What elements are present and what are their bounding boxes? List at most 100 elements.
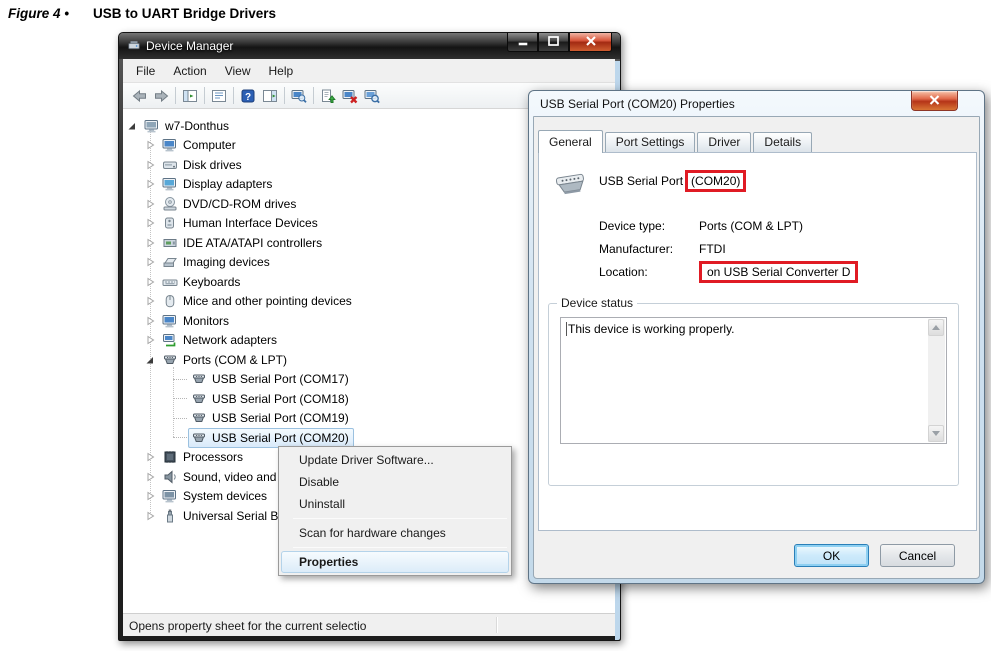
expander-collapsed-icon[interactable] — [145, 296, 155, 306]
field-label: Device type: — [599, 219, 699, 233]
tree-item-label: System devices — [183, 489, 267, 503]
minimize-icon — [518, 35, 528, 49]
menu-action[interactable]: Action — [164, 60, 215, 82]
expander-collapsed-icon[interactable] — [145, 316, 155, 326]
tab-details[interactable]: Details — [753, 132, 812, 152]
arrow-down-icon — [932, 431, 940, 436]
toolbar-update-driver-button[interactable] — [317, 85, 339, 107]
tab-driver[interactable]: Driver — [697, 132, 751, 152]
expander-collapsed-icon[interactable] — [145, 218, 155, 228]
menu-file[interactable]: File — [127, 60, 164, 82]
scrollbar[interactable] — [928, 319, 945, 442]
serial-port-icon — [191, 430, 207, 446]
tab-general[interactable]: General — [538, 130, 603, 153]
toolbar-forward-arrow-button[interactable] — [150, 85, 172, 107]
expander-collapsed-icon[interactable] — [145, 277, 155, 287]
toolbar-properties-pane-button[interactable] — [208, 85, 230, 107]
field-manufacturer: Manufacturer:FTDI — [599, 242, 726, 256]
serial-port-icon — [191, 410, 207, 426]
expander-expanded-icon[interactable] — [145, 355, 155, 365]
dialog-close-button[interactable] — [911, 91, 958, 111]
imaging-device-icon — [162, 254, 178, 270]
context-menu-item-scan-for-hardware-changes[interactable]: Scan for hardware changes — [281, 522, 509, 544]
context-menu-separator — [293, 518, 507, 519]
figure-title: USB to UART Bridge Drivers — [93, 6, 276, 21]
close-icon — [585, 35, 597, 49]
tree-item-label: Monitors — [183, 314, 229, 328]
expander-collapsed-icon[interactable] — [145, 179, 155, 189]
tree-item-label: Processors — [183, 450, 243, 464]
cancel-button[interactable]: Cancel — [880, 544, 955, 567]
hid-device-icon — [162, 215, 178, 231]
tree-item-label: Display adapters — [183, 177, 272, 191]
context-menu: Update Driver Software...DisableUninstal… — [278, 446, 512, 576]
expander-collapsed-icon[interactable] — [145, 335, 155, 345]
menu-view[interactable]: View — [216, 60, 260, 82]
tree-item-label: Disk drives — [183, 158, 242, 172]
maximize-button[interactable] — [538, 33, 569, 52]
scroll-up-button[interactable] — [928, 319, 944, 336]
dm-menu-bar: FileActionViewHelp — [123, 59, 615, 83]
figure-caption: Figure 4 • USB to UART Bridge Drivers — [8, 6, 276, 21]
maximize-icon — [548, 35, 559, 49]
tree-item-label: Computer — [183, 138, 236, 152]
computer-root-icon — [144, 118, 160, 134]
toolbar-uninstall-button[interactable] — [339, 85, 361, 107]
context-menu-item-update-driver-software[interactable]: Update Driver Software... — [281, 449, 509, 471]
expander-collapsed-icon[interactable] — [145, 491, 155, 501]
toolbar-separator — [284, 87, 285, 104]
context-menu-item-properties[interactable]: Properties — [281, 551, 509, 573]
expander-expanded-icon[interactable] — [127, 121, 137, 131]
system-device-icon — [162, 488, 178, 504]
minimize-button[interactable] — [507, 33, 538, 52]
toolbar-computer-search-button[interactable] — [288, 85, 310, 107]
device-name-com-port: (COM20) — [691, 174, 740, 188]
expander-collapsed-icon[interactable] — [145, 199, 155, 209]
device-manager-titlebar[interactable]: Device Manager — [119, 33, 620, 59]
tree-item-label: Imaging devices — [183, 255, 270, 269]
field-device-type: Device type:Ports (COM & LPT) — [599, 219, 803, 233]
expander-collapsed-icon[interactable] — [145, 452, 155, 462]
expander-collapsed-icon[interactable] — [145, 160, 155, 170]
expander-collapsed-icon[interactable] — [145, 140, 155, 150]
tree-branch-connector — [173, 437, 187, 438]
dialog-body: GeneralPort SettingsDriverDetails USB Se… — [533, 116, 980, 579]
menu-help[interactable]: Help — [260, 60, 303, 82]
ok-button[interactable]: OK — [794, 544, 869, 567]
svg-text:?: ? — [245, 92, 251, 103]
toolbar-help-button[interactable]: ? — [237, 85, 259, 107]
scroll-down-button[interactable] — [928, 425, 944, 442]
expander-collapsed-icon[interactable] — [145, 472, 155, 482]
tab-port-settings[interactable]: Port Settings — [605, 132, 696, 152]
device-status-textbox[interactable]: This device is working properly. — [560, 317, 947, 444]
toolbar-separator — [175, 87, 176, 104]
toolbar-separator — [313, 87, 314, 104]
context-menu-item-disable[interactable]: Disable — [281, 471, 509, 493]
tree-item-label: Ports (COM & LPT) — [183, 353, 287, 367]
tree-item-label: Network adapters — [183, 333, 277, 347]
toolbar-console-tree-button[interactable] — [179, 85, 201, 107]
toolbar-back-arrow-button[interactable] — [128, 85, 150, 107]
tree-item-label: Mice and other pointing devices — [183, 294, 352, 308]
figure-label: Figure 4 • — [8, 6, 69, 21]
close-button[interactable] — [569, 33, 612, 52]
field-label: Location: — [599, 265, 699, 279]
toolbar-action-pane-button[interactable] — [259, 85, 281, 107]
toolbar-scan-hardware-button[interactable] — [361, 85, 383, 107]
processor-icon — [162, 449, 178, 465]
expander-collapsed-icon[interactable] — [145, 257, 155, 267]
field-value: Ports (COM & LPT) — [699, 219, 803, 233]
dialog-tabs: GeneralPort SettingsDriverDetails — [538, 129, 814, 152]
tree-item-label: IDE ATA/ATAPI controllers — [183, 236, 322, 250]
tree-branch-connector — [173, 398, 187, 399]
context-menu-item-uninstall[interactable]: Uninstall — [281, 493, 509, 515]
serial-port-icon — [191, 371, 207, 387]
expander-collapsed-icon[interactable] — [145, 238, 155, 248]
expander-collapsed-icon[interactable] — [145, 511, 155, 521]
properties-dialog: USB Serial Port (COM20) Properties Gener… — [528, 90, 985, 584]
tab-panel-general: USB Serial Port (COM20) Device type:Port… — [538, 152, 977, 531]
speaker-icon — [162, 469, 178, 485]
close-icon — [929, 94, 940, 108]
help-icon: ? — [240, 88, 256, 104]
update-driver-icon — [320, 88, 336, 104]
